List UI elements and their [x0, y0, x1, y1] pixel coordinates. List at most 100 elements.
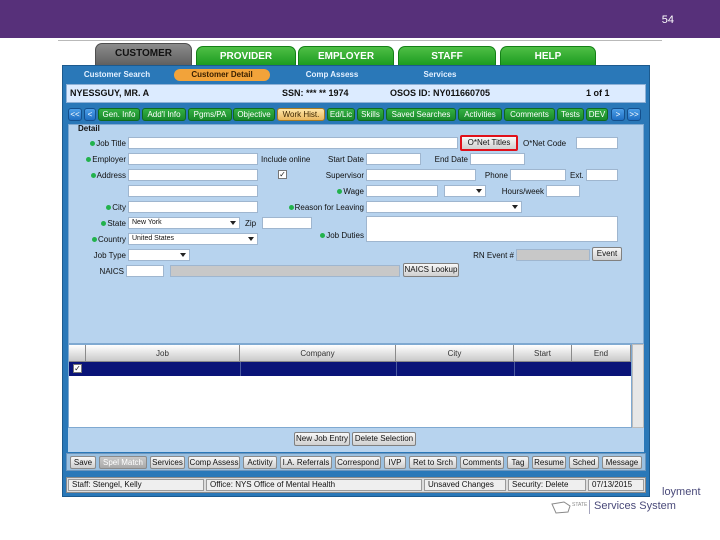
required-icon — [86, 157, 92, 162]
tab-saved-searches[interactable]: Saved Searches — [386, 108, 456, 121]
supervisor-input[interactable] — [366, 169, 476, 181]
tab-help[interactable]: HELP — [500, 46, 596, 66]
country-select[interactable]: United States — [128, 233, 258, 245]
logo-text: loyment — [662, 486, 701, 498]
message-button[interactable]: Message — [602, 456, 642, 469]
slide-number: 54 — [661, 14, 674, 26]
state-select[interactable]: New York — [128, 217, 240, 229]
required-icon — [106, 205, 112, 210]
tab-ed-lic[interactable]: Ed/Lic — [327, 108, 355, 121]
chevron-down-icon — [180, 253, 186, 257]
subtab-customer-search[interactable]: Customer Search — [72, 69, 162, 81]
svg-text:STATE: STATE — [572, 502, 588, 508]
grid-header-job[interactable]: Job — [86, 345, 240, 362]
phone-input[interactable] — [510, 169, 566, 181]
hours-week-input[interactable] — [546, 185, 580, 197]
tab-activities[interactable]: Activities — [458, 108, 502, 121]
tab-addl-info[interactable]: Add'l Info — [142, 108, 186, 121]
tab-staff[interactable]: STAFF — [398, 46, 496, 66]
zip-label: Zip — [245, 219, 257, 228]
naics-description — [170, 265, 400, 277]
chevron-down-icon — [230, 221, 236, 225]
ext-input[interactable] — [586, 169, 618, 181]
slide-header-bar — [0, 0, 720, 38]
tab-gen-info[interactable]: Gen. Info — [98, 108, 140, 121]
grid-divider — [240, 362, 241, 376]
tab-skills[interactable]: Skills — [357, 108, 384, 121]
reason-leaving-select[interactable] — [366, 201, 522, 213]
tab-dev[interactable]: DEV — [586, 108, 608, 121]
ext-label: Ext. — [570, 171, 584, 180]
employer-input[interactable] — [128, 153, 258, 165]
address-input-2[interactable] — [128, 185, 258, 197]
end-date-input[interactable] — [470, 153, 525, 165]
resume-button[interactable]: Resume — [532, 456, 566, 469]
tab-employer[interactable]: EMPLOYER — [298, 46, 394, 66]
customer-info-bar — [66, 84, 646, 103]
onet-code-input[interactable] — [576, 137, 618, 149]
sched-button[interactable]: Sched — [569, 456, 599, 469]
delete-selection-button[interactable]: Delete Selection — [352, 432, 416, 446]
nav-next-button[interactable]: > — [611, 108, 625, 121]
record-count: 1 of 1 — [586, 88, 610, 98]
nav-first-button[interactable]: << — [68, 108, 82, 121]
tab-objective[interactable]: Objective — [233, 108, 275, 121]
employer-label: Employer — [76, 154, 126, 165]
services-button[interactable]: Services — [150, 456, 185, 469]
subtab-customer-detail[interactable]: Customer Detail — [174, 69, 270, 81]
naics-lookup-button[interactable]: NAICS Lookup — [403, 263, 459, 277]
required-icon — [337, 189, 343, 194]
subtab-comp-assess[interactable]: Comp Assess — [294, 69, 370, 81]
reason-leaving-label: Reason for Leaving — [270, 202, 364, 213]
country-label: Country — [76, 234, 126, 245]
comments-button[interactable]: Comments — [460, 456, 504, 469]
wage-input[interactable] — [366, 185, 438, 197]
correspond-button[interactable]: Correspond — [335, 456, 381, 469]
naics-code-input[interactable] — [126, 265, 164, 277]
ia-referrals-button[interactable]: I.A. Referrals — [280, 456, 332, 469]
comp-assess-button[interactable]: Comp Assess — [188, 456, 240, 469]
start-date-input[interactable] — [366, 153, 421, 165]
grid-header-start[interactable]: Start — [514, 345, 572, 362]
ivp-button[interactable]: IVP — [384, 456, 406, 469]
include-online-checkbox[interactable]: ✓ — [278, 170, 287, 179]
grid-divider — [514, 362, 515, 376]
row-checkbox[interactable]: ✓ — [73, 364, 82, 373]
event-button[interactable]: Event — [592, 247, 622, 261]
job-duties-textarea[interactable] — [366, 216, 618, 242]
grid-scrollbar[interactable] — [632, 344, 644, 428]
onet-titles-button[interactable]: O*Net Titles — [460, 135, 518, 151]
tab-comments[interactable]: Comments — [504, 108, 555, 121]
city-input[interactable] — [128, 201, 258, 213]
ret-to-srch-button[interactable]: Ret to Srch — [409, 456, 457, 469]
save-button[interactable]: Save — [70, 456, 96, 469]
table-row[interactable] — [69, 362, 631, 376]
subtab-services[interactable]: Services — [412, 69, 468, 81]
tag-button[interactable]: Tag — [507, 456, 529, 469]
zip-input[interactable] — [262, 217, 312, 229]
tab-tests[interactable]: Tests — [557, 108, 584, 121]
new-job-entry-button[interactable]: New Job Entry — [294, 432, 350, 446]
job-type-select[interactable] — [128, 249, 190, 261]
detail-legend: Detail — [78, 124, 100, 133]
tab-pgms-pa[interactable]: Pgms/PA — [188, 108, 232, 121]
required-icon — [288, 205, 294, 210]
wage-unit-select[interactable] — [444, 185, 486, 197]
logo-mark: STATE — [550, 498, 591, 516]
nav-last-button[interactable]: >> — [627, 108, 641, 121]
grid-header-city[interactable]: City — [396, 345, 514, 362]
required-icon — [90, 173, 96, 178]
grid-header-company[interactable]: Company — [240, 345, 396, 362]
job-title-input[interactable] — [128, 137, 458, 149]
grid-header-end[interactable]: End — [572, 345, 631, 362]
job-duties-label: Job Duties — [310, 230, 364, 241]
hours-week-label: Hours/week — [501, 187, 544, 196]
nav-prev-button[interactable]: < — [84, 108, 96, 121]
tab-provider[interactable]: PROVIDER — [196, 46, 296, 66]
include-online-label: Include online — [261, 155, 311, 164]
wage-label: Wage — [314, 186, 364, 197]
address-input-1[interactable] — [128, 169, 258, 181]
tab-customer[interactable]: CUSTOMER — [95, 43, 192, 66]
tab-work-hist[interactable]: Work Hist. — [277, 108, 325, 121]
activity-button[interactable]: Activity — [243, 456, 277, 469]
